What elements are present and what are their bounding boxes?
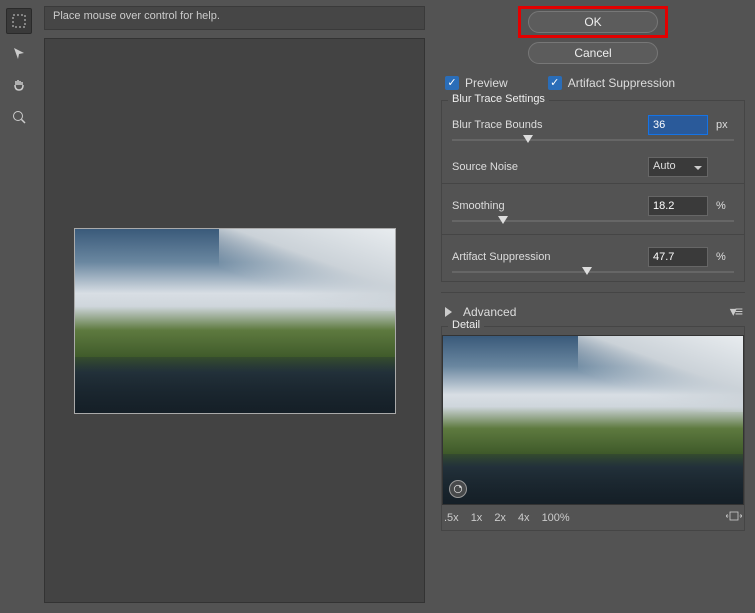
zoom-50[interactable]: .5x bbox=[444, 512, 459, 524]
checkbox-icon bbox=[548, 76, 562, 90]
bounds-input[interactable] bbox=[648, 115, 708, 135]
noise-label: Source Noise bbox=[452, 161, 640, 173]
zoom-100[interactable]: 1x bbox=[471, 512, 483, 524]
bounds-slider[interactable] bbox=[442, 137, 744, 149]
ok-highlight: OK bbox=[518, 6, 668, 38]
detail-preview[interactable] bbox=[442, 335, 744, 505]
advanced-toggle[interactable]: Advanced ▾≡ bbox=[441, 297, 745, 326]
preview-thumbnail bbox=[74, 228, 396, 414]
flyout-menu-icon[interactable]: ▾≡ bbox=[730, 303, 741, 320]
zoom-400[interactable]: 4x bbox=[518, 512, 530, 524]
cancel-button[interactable]: Cancel bbox=[528, 42, 658, 64]
smoothing-slider[interactable] bbox=[442, 218, 744, 230]
zoom-200[interactable]: 2x bbox=[494, 512, 506, 524]
hand-tool[interactable] bbox=[6, 72, 32, 98]
smoothing-input[interactable] bbox=[648, 196, 708, 216]
preview-column: Place mouse over control for help. bbox=[38, 0, 435, 613]
bounds-label: Blur Trace Bounds bbox=[452, 119, 640, 131]
zoom-row: .5x 1x 2x 4x 100% bbox=[442, 505, 744, 530]
disclosure-triangle-icon bbox=[445, 307, 457, 317]
fit-width-icon[interactable] bbox=[726, 509, 742, 526]
marquee-tool[interactable] bbox=[6, 8, 32, 34]
zoom-tool[interactable] bbox=[6, 104, 32, 130]
smoothing-unit: % bbox=[716, 200, 734, 212]
tool-column bbox=[0, 0, 38, 613]
artsup-label: Artifact Suppression bbox=[452, 251, 640, 263]
noise-select[interactable]: Auto bbox=[648, 157, 708, 177]
zoom-pct[interactable]: 100% bbox=[542, 512, 570, 524]
advanced-label: Advanced bbox=[463, 305, 516, 319]
ok-button[interactable]: OK bbox=[528, 11, 658, 33]
detail-title: Detail bbox=[448, 319, 484, 331]
side-panel: OK Cancel Preview Artifact Suppression B… bbox=[435, 0, 755, 613]
preview-label: Preview bbox=[465, 76, 508, 90]
artifact-checkbox[interactable]: Artifact Suppression bbox=[548, 76, 675, 90]
move-tool[interactable] bbox=[6, 40, 32, 66]
artsup-unit: % bbox=[716, 251, 734, 263]
blur-trace-group: Blur Trace Settings Blur Trace Bounds px… bbox=[441, 100, 745, 282]
bounds-unit: px bbox=[716, 119, 734, 131]
loupe-button[interactable] bbox=[449, 480, 467, 498]
artsup-slider[interactable] bbox=[442, 269, 744, 281]
preview-area[interactable] bbox=[44, 38, 425, 603]
hint-bar: Place mouse over control for help. bbox=[44, 6, 425, 30]
group-title: Blur Trace Settings bbox=[448, 93, 549, 105]
smoothing-label: Smoothing bbox=[452, 200, 640, 212]
artifact-label: Artifact Suppression bbox=[568, 76, 675, 90]
artsup-input[interactable] bbox=[648, 247, 708, 267]
preview-checkbox[interactable]: Preview bbox=[445, 76, 508, 90]
checkbox-icon bbox=[445, 76, 459, 90]
detail-group: Detail .5x 1x 2x 4x 100% bbox=[441, 326, 745, 531]
